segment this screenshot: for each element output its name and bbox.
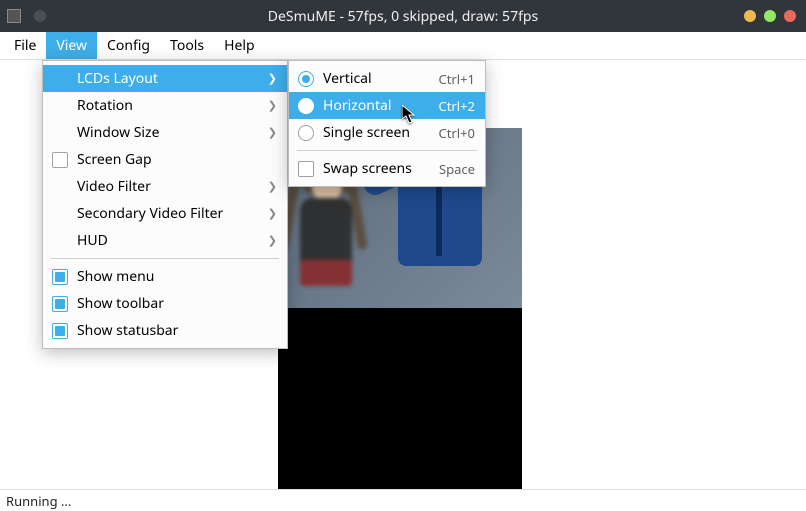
- status-text: Running ...: [6, 492, 71, 510]
- menu-hud[interactable]: HUD ❯: [43, 227, 287, 254]
- submenu-vertical[interactable]: Vertical Ctrl+1: [289, 65, 485, 92]
- titlebar: DeSmuME - 57fps, 0 skipped, draw: 57fps: [0, 0, 806, 32]
- menu-item-label: Vertical: [323, 69, 415, 88]
- chevron-right-icon: ❯: [268, 179, 277, 194]
- menu-secondary-video-filter[interactable]: Secondary Video Filter ❯: [43, 200, 287, 227]
- menu-item-label: Single screen: [323, 123, 415, 142]
- checkbox-icon: [52, 296, 68, 312]
- menu-item-label: Rotation: [77, 96, 253, 115]
- view-dropdown: LCDs Layout ❯ Rotation ❯ Window Size ❯ S…: [42, 60, 288, 349]
- submenu-horizontal[interactable]: Horizontal Ctrl+2: [289, 92, 485, 119]
- close-dot[interactable]: [34, 10, 46, 22]
- menu-show-menu[interactable]: Show menu: [43, 263, 287, 290]
- accelerator: Ctrl+2: [423, 97, 475, 115]
- menu-help[interactable]: Help: [214, 32, 265, 59]
- menu-item-label: Secondary Video Filter: [77, 204, 253, 223]
- close-button[interactable]: [784, 10, 796, 22]
- menu-file[interactable]: File: [4, 32, 46, 59]
- checkbox-icon: [52, 323, 68, 339]
- menubar: File View Config Tools Help: [0, 32, 806, 60]
- menu-screen-gap[interactable]: Screen Gap: [43, 146, 287, 173]
- submenu-swap-screens[interactable]: Swap screens Space: [289, 155, 485, 182]
- menu-item-label: Show menu: [77, 267, 253, 286]
- lcds-layout-submenu: Vertical Ctrl+1 Horizontal Ctrl+2 Single…: [288, 60, 486, 187]
- radio-icon: [298, 71, 314, 87]
- app-icon: [0, 9, 24, 23]
- chevron-right-icon: ❯: [268, 206, 277, 221]
- menu-item-label: Video Filter: [77, 177, 253, 196]
- menu-show-statusbar[interactable]: Show statusbar: [43, 317, 287, 344]
- menu-rotation[interactable]: Rotation ❯: [43, 92, 287, 119]
- maximize-button[interactable]: [764, 10, 776, 22]
- accelerator: Ctrl+1: [423, 70, 475, 88]
- menu-item-label: Swap screens: [323, 159, 415, 178]
- menu-item-label: HUD: [77, 231, 253, 250]
- menu-item-label: Screen Gap: [77, 150, 253, 169]
- menu-show-toolbar[interactable]: Show toolbar: [43, 290, 287, 317]
- menu-item-label: Horizontal: [323, 96, 415, 115]
- chevron-right-icon: ❯: [268, 233, 277, 248]
- separator: [297, 150, 477, 151]
- chevron-right-icon: ❯: [268, 98, 277, 113]
- menu-video-filter[interactable]: Video Filter ❯: [43, 173, 287, 200]
- checkbox-icon: [52, 152, 68, 168]
- radio-icon: [298, 98, 314, 114]
- chevron-right-icon: ❯: [268, 125, 277, 140]
- checkbox-icon: [52, 269, 68, 285]
- window-title: DeSmuME - 57fps, 0 skipped, draw: 57fps: [0, 7, 806, 26]
- menu-view[interactable]: View: [46, 32, 97, 59]
- submenu-single-screen[interactable]: Single screen Ctrl+0: [289, 119, 485, 146]
- chevron-right-icon: ❯: [268, 71, 277, 86]
- separator: [51, 258, 279, 259]
- menu-lcds-layout[interactable]: LCDs Layout ❯: [43, 65, 287, 92]
- minimize-button[interactable]: [744, 10, 756, 22]
- accelerator: Ctrl+0: [423, 124, 475, 142]
- radio-icon: [298, 125, 314, 141]
- menu-item-label: Window Size: [77, 123, 253, 142]
- menu-item-label: LCDs Layout: [77, 69, 253, 88]
- menu-item-label: Show statusbar: [77, 321, 253, 340]
- menu-item-label: Show toolbar: [77, 294, 253, 313]
- menu-tools[interactable]: Tools: [160, 32, 214, 59]
- character-left: [280, 172, 370, 308]
- menu-window-size[interactable]: Window Size ❯: [43, 119, 287, 146]
- accelerator: Space: [423, 160, 475, 178]
- menu-config[interactable]: Config: [97, 32, 160, 59]
- checkbox-icon: [298, 161, 314, 177]
- statusbar: Running ...: [0, 489, 806, 511]
- window-controls: [744, 10, 796, 22]
